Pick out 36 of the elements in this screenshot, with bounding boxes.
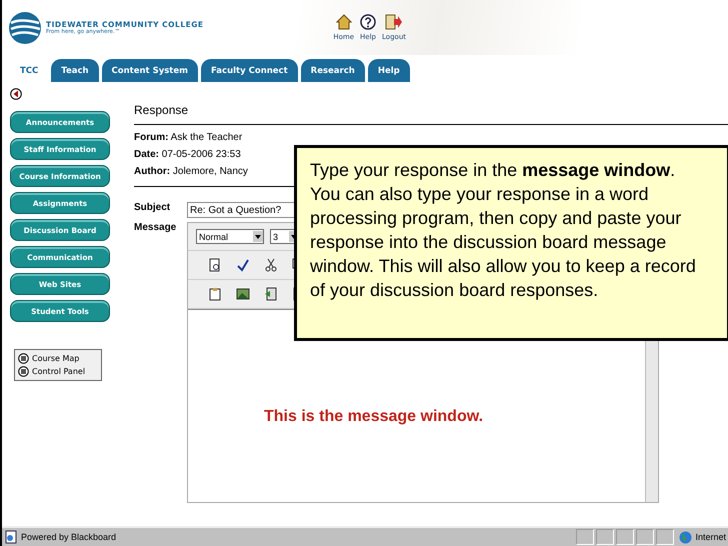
nav-tab[interactable]: Content System xyxy=(102,59,198,82)
info-line: Author: Jolemore, Nancy xyxy=(134,166,249,177)
status-pane xyxy=(656,529,674,545)
message-label: Message xyxy=(134,222,178,233)
tool-icon xyxy=(18,353,29,364)
nav-tab[interactable]: Help xyxy=(368,59,410,82)
image-icon[interactable] xyxy=(236,287,250,301)
status-pane xyxy=(576,529,594,545)
house-icon xyxy=(336,14,352,30)
nav-tab[interactable]: Teach xyxy=(51,59,99,82)
tool-link[interactable]: Course Map xyxy=(18,353,98,364)
tool-link[interactable]: Control Panel xyxy=(18,366,98,377)
tool-icon xyxy=(18,366,29,377)
subject-label: Subject xyxy=(134,202,172,213)
college-logo-icon xyxy=(8,10,42,44)
info-line: Forum: Ask the Teacher xyxy=(134,132,244,143)
status-pane xyxy=(616,529,634,545)
info-line: Date: 07-05-2006 23:53 xyxy=(134,149,242,160)
callout-tooltip: Type your response in the message window. You can also type your response in a word processing program, then copy and paste your response into the discussion board message window. This will also allow you to keep a record of your discussion board responses. xyxy=(294,145,728,341)
style-dropdown[interactable]: Normal xyxy=(196,229,264,244)
nav-tab[interactable]: Research xyxy=(300,59,365,82)
globe-icon xyxy=(679,530,692,544)
door-arrow-icon xyxy=(385,14,404,30)
preview-icon[interactable] xyxy=(208,258,222,272)
help-icon xyxy=(360,14,376,30)
status-pane xyxy=(596,529,614,545)
status-text: Powered by Blackboard xyxy=(21,532,118,542)
page-title: Response xyxy=(134,103,728,125)
page-icon xyxy=(4,530,18,544)
cut-icon[interactable] xyxy=(264,258,278,272)
nav-tab[interactable]: Faculty Connect xyxy=(201,59,298,82)
clipboard-icon[interactable] xyxy=(208,287,222,301)
security-zone: Internet xyxy=(695,532,726,542)
annotation-text: This is the message window. xyxy=(264,408,484,426)
spellcheck-icon[interactable] xyxy=(236,258,250,272)
status-pane xyxy=(636,529,654,545)
